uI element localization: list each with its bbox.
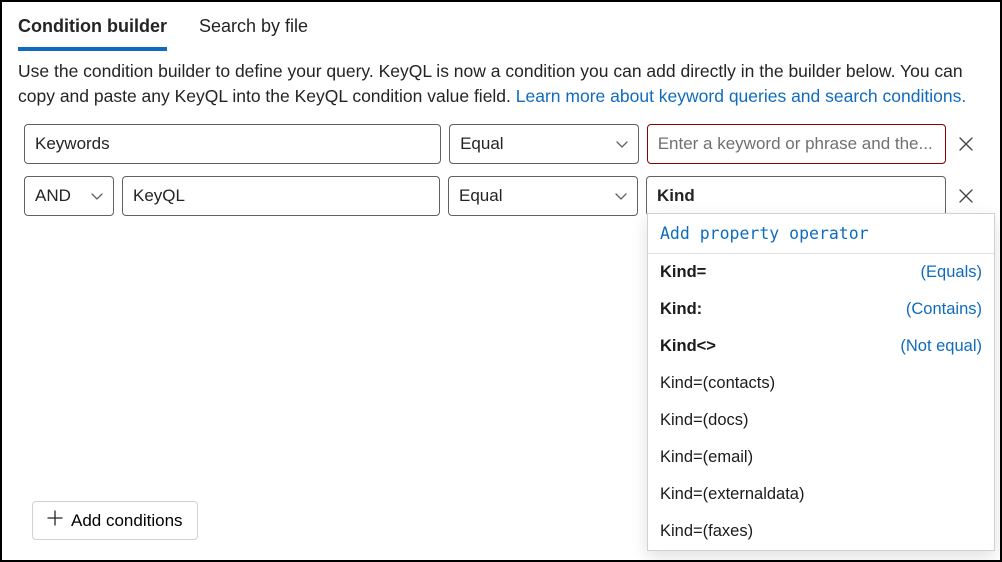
value-option[interactable]: Kind=(contacts) (648, 365, 994, 402)
remove-row-button[interactable] (954, 136, 978, 152)
conditions-area: Keywords Equal Enter a keyword or phrase… (2, 124, 1000, 216)
suggestions-header[interactable]: Add property operator (648, 214, 994, 254)
value-label: Kind=(contacts) (660, 374, 775, 393)
learn-more-link[interactable]: Learn more about keyword queries and sea… (516, 86, 966, 106)
value-label: Kind=(docs) (660, 411, 749, 430)
logic-select[interactable]: AND (24, 176, 114, 216)
tab-search-by-file[interactable]: Search by file (199, 10, 308, 51)
tab-condition-builder[interactable]: Condition builder (18, 10, 167, 51)
value-input-placeholder: Enter a keyword or phrase and the... (658, 134, 933, 154)
condition-row-2: AND KeyQL Equal Kind (24, 176, 978, 216)
logic-select-value: AND (35, 186, 71, 206)
value-input[interactable]: Enter a keyword or phrase and the... (647, 124, 946, 164)
add-conditions-button[interactable]: Add conditions (32, 501, 198, 540)
value-label: Kind=(email) (660, 448, 753, 467)
value-label: Kind=(faxes) (660, 522, 753, 541)
keyql-value-input[interactable]: Kind (646, 176, 946, 216)
field-select[interactable]: KeyQL (122, 176, 440, 216)
operator-hint: (Contains) (906, 300, 982, 319)
suggestions-dropdown: Add property operator Kind= (Equals) Kin… (647, 213, 995, 551)
operator-label: Kind: (660, 300, 702, 319)
operator-label: Kind= (660, 263, 706, 282)
operator-select-value: Equal (459, 186, 502, 206)
field-select-value: Keywords (35, 134, 110, 154)
description-text: Use the condition builder to define your… (2, 51, 1000, 124)
remove-row-button[interactable] (954, 188, 978, 204)
condition-row-1: Keywords Equal Enter a keyword or phrase… (24, 124, 978, 164)
operator-option-equals[interactable]: Kind= (Equals) (648, 254, 994, 291)
tabs: Condition builder Search by file (2, 2, 1000, 51)
chevron-down-icon (616, 136, 628, 152)
plus-icon (47, 510, 63, 531)
value-option[interactable]: Kind=(email) (648, 439, 994, 476)
operator-option-not-equal[interactable]: Kind<> (Not equal) (648, 328, 994, 365)
chevron-down-icon (91, 188, 103, 204)
add-conditions-label: Add conditions (71, 511, 183, 531)
value-option[interactable]: Kind=(docs) (648, 402, 994, 439)
value-option[interactable]: Kind=(externaldata) (648, 476, 994, 513)
operator-hint: (Equals) (921, 263, 982, 282)
operator-option-contains[interactable]: Kind: (Contains) (648, 291, 994, 328)
operator-label: Kind<> (660, 337, 716, 356)
operator-select-value: Equal (460, 134, 503, 154)
operator-select[interactable]: Equal (449, 124, 639, 164)
value-label: Kind=(externaldata) (660, 485, 804, 504)
keyql-value-text: Kind (657, 186, 695, 206)
field-select[interactable]: Keywords (24, 124, 441, 164)
field-select-value: KeyQL (133, 186, 185, 206)
chevron-down-icon (615, 188, 627, 204)
value-option[interactable]: Kind=(faxes) (648, 513, 994, 550)
operator-select[interactable]: Equal (448, 176, 638, 216)
operator-hint: (Not equal) (900, 337, 982, 356)
